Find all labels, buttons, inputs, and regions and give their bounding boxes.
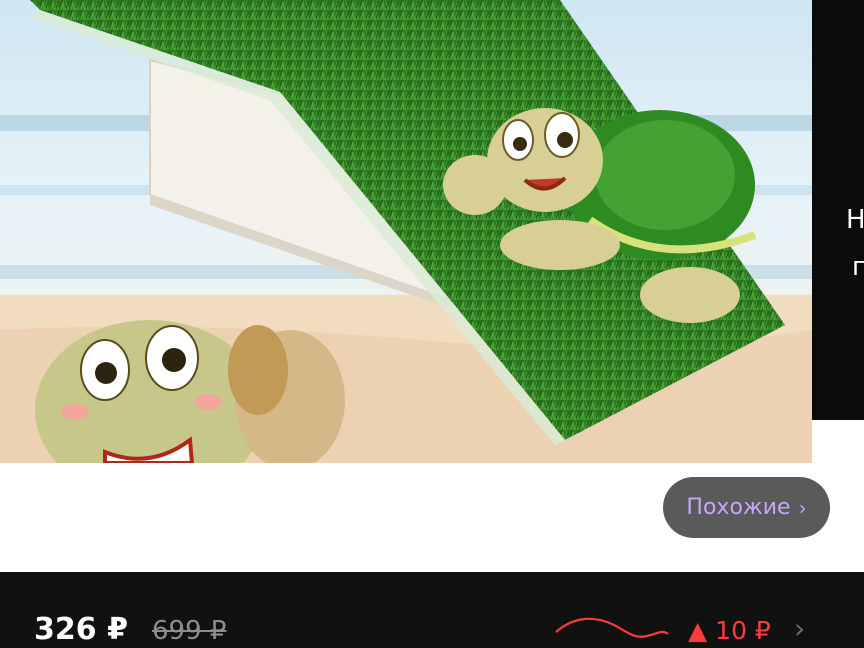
side-panel-text-2: г — [852, 252, 864, 282]
side-panel: Н г — [812, 0, 864, 420]
similar-button[interactable]: Похожие › — [663, 477, 830, 538]
product-image[interactable] — [0, 0, 812, 463]
current-price: 326 ₽ — [34, 612, 128, 647]
price-bar[interactable]: 326 ₽ 699 ₽ ▲ 10 ₽ › — [0, 572, 864, 648]
old-price: 699 ₽ — [152, 616, 227, 646]
trend-line-icon — [555, 617, 669, 638]
similar-button-label: Похожие — [686, 495, 791, 520]
side-panel-text-1: Н — [846, 205, 864, 235]
price-change: ▲ 10 ₽ — [688, 616, 771, 645]
chevron-right-icon: › — [798, 495, 807, 520]
chevron-right-icon[interactable]: › — [794, 612, 805, 645]
